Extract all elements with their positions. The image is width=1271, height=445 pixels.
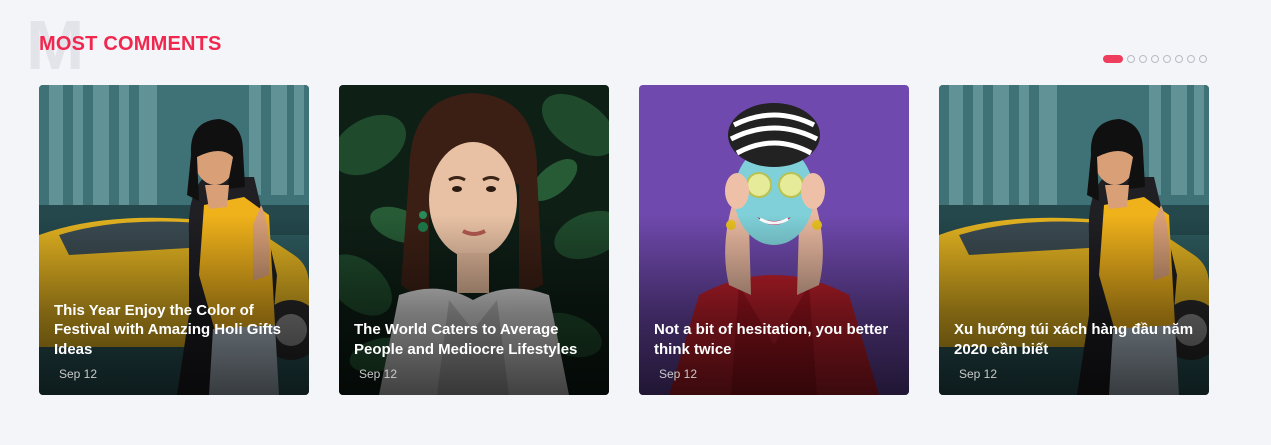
carousel-dot-4[interactable]	[1151, 55, 1159, 63]
article-card[interactable]: Xu hướng túi xách hàng đầu năm 2020 cần …	[939, 85, 1209, 395]
article-card[interactable]: This Year Enjoy the Color of Festival wi…	[39, 85, 309, 395]
carousel-dot-3[interactable]	[1139, 55, 1147, 63]
card-date: Sep 12	[659, 367, 698, 381]
carousel-dot-2[interactable]	[1127, 55, 1135, 63]
card-date: Sep 12	[359, 367, 398, 381]
card-date: Sep 12	[959, 367, 998, 381]
most-comments-section: M MOST COMMENTS This Year Enjoy the Colo…	[0, 0, 1271, 445]
carousel-dot-6[interactable]	[1175, 55, 1183, 63]
article-card[interactable]: Not a bit of hesitation, you better thin…	[639, 85, 909, 395]
carousel-dot-7[interactable]	[1187, 55, 1195, 63]
card-title[interactable]: Not a bit of hesitation, you better thin…	[654, 320, 895, 359]
carousel-dot-1[interactable]	[1103, 55, 1123, 63]
carousel-dot-8[interactable]	[1199, 55, 1207, 63]
card-list: This Year Enjoy the Color of Festival wi…	[39, 85, 1209, 395]
carousel-dot-5[interactable]	[1163, 55, 1171, 63]
carousel-pagination	[1103, 55, 1207, 63]
card-title[interactable]: The World Caters to Average People and M…	[354, 320, 595, 359]
card-date: Sep 12	[59, 367, 98, 381]
card-title[interactable]: Xu hướng túi xách hàng đầu năm 2020 cần …	[954, 320, 1195, 359]
card-title[interactable]: This Year Enjoy the Color of Festival wi…	[54, 301, 295, 360]
article-card[interactable]: The World Caters to Average People and M…	[339, 85, 609, 395]
section-title: MOST COMMENTS	[39, 33, 222, 55]
